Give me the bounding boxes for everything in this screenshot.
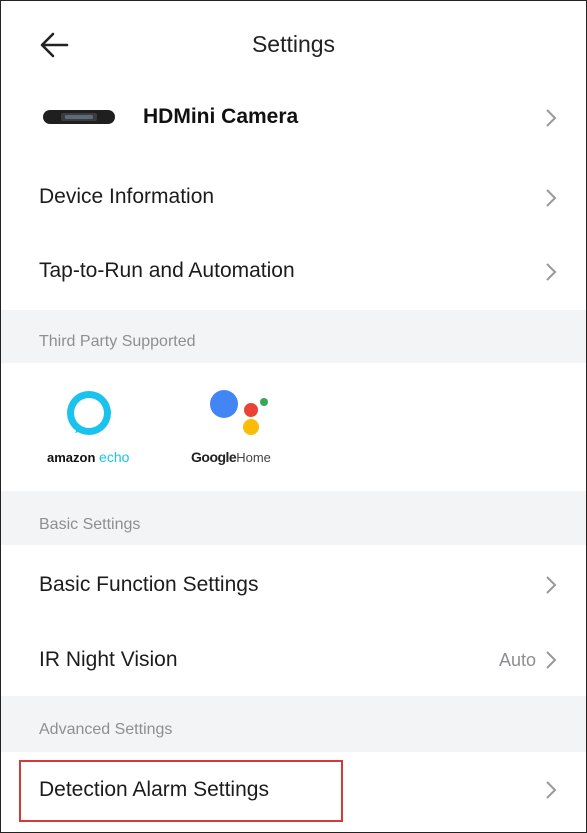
page-title: Settings <box>251 31 336 57</box>
section-title: Basic Settings <box>39 516 141 533</box>
third-party-partners: amazon echo GoogleHome <box>1 363 586 491</box>
chevron-right-icon <box>544 779 558 801</box>
settings-screen: Settings HDMini Camera Device Informatio… <box>0 0 587 833</box>
amazon-brand-text: amazon <box>47 450 96 465</box>
google-brand-text: Google <box>191 449 237 465</box>
home-product-text: Home <box>236 450 271 465</box>
device-name: HDMini Camera <box>143 105 299 128</box>
section-third-party: Third Party Supported <box>1 310 586 364</box>
ir-night-vision-value: Auto <box>498 650 536 670</box>
basic-function-settings-label: Basic Function Settings <box>39 573 259 596</box>
detection-alarm-settings-label: Detection Alarm Settings <box>39 778 269 801</box>
amazon-echo-icon <box>67 391 111 435</box>
chevron-right-icon <box>544 187 558 209</box>
device-information-row[interactable]: Device Information <box>1 161 586 233</box>
device-information-label: Device Information <box>39 185 215 208</box>
amazon-echo-label: amazon echo <box>47 449 145 465</box>
tap-to-run-row[interactable]: Tap-to-Run and Automation <box>1 235 586 307</box>
header: Settings <box>1 1 586 89</box>
chevron-right-icon <box>544 107 558 129</box>
chevron-right-icon <box>544 649 558 671</box>
ir-night-vision-row[interactable]: IR Night Vision Auto <box>1 623 586 695</box>
google-home-icon <box>210 390 268 435</box>
basic-function-settings-row[interactable]: Basic Function Settings <box>1 547 586 621</box>
tap-to-run-label: Tap-to-Run and Automation <box>39 259 295 282</box>
detection-alarm-settings-row[interactable]: Detection Alarm Settings <box>1 753 586 829</box>
camera-device-icon <box>43 110 115 124</box>
ir-night-vision-label: IR Night Vision <box>39 648 178 671</box>
chevron-right-icon <box>544 261 558 283</box>
section-title: Advanced Settings <box>39 721 173 738</box>
google-home-label: GoogleHome <box>191 449 295 465</box>
section-advanced-settings: Advanced Settings <box>1 696 586 752</box>
echo-product-text: echo <box>99 449 130 465</box>
google-home-link[interactable]: GoogleHome <box>191 389 295 469</box>
device-row[interactable]: HDMini Camera <box>1 81 586 153</box>
section-basic-settings: Basic Settings <box>1 491 586 545</box>
section-title: Third Party Supported <box>39 333 196 350</box>
chevron-right-icon <box>544 574 558 596</box>
amazon-echo-link[interactable]: amazon echo <box>47 389 145 469</box>
